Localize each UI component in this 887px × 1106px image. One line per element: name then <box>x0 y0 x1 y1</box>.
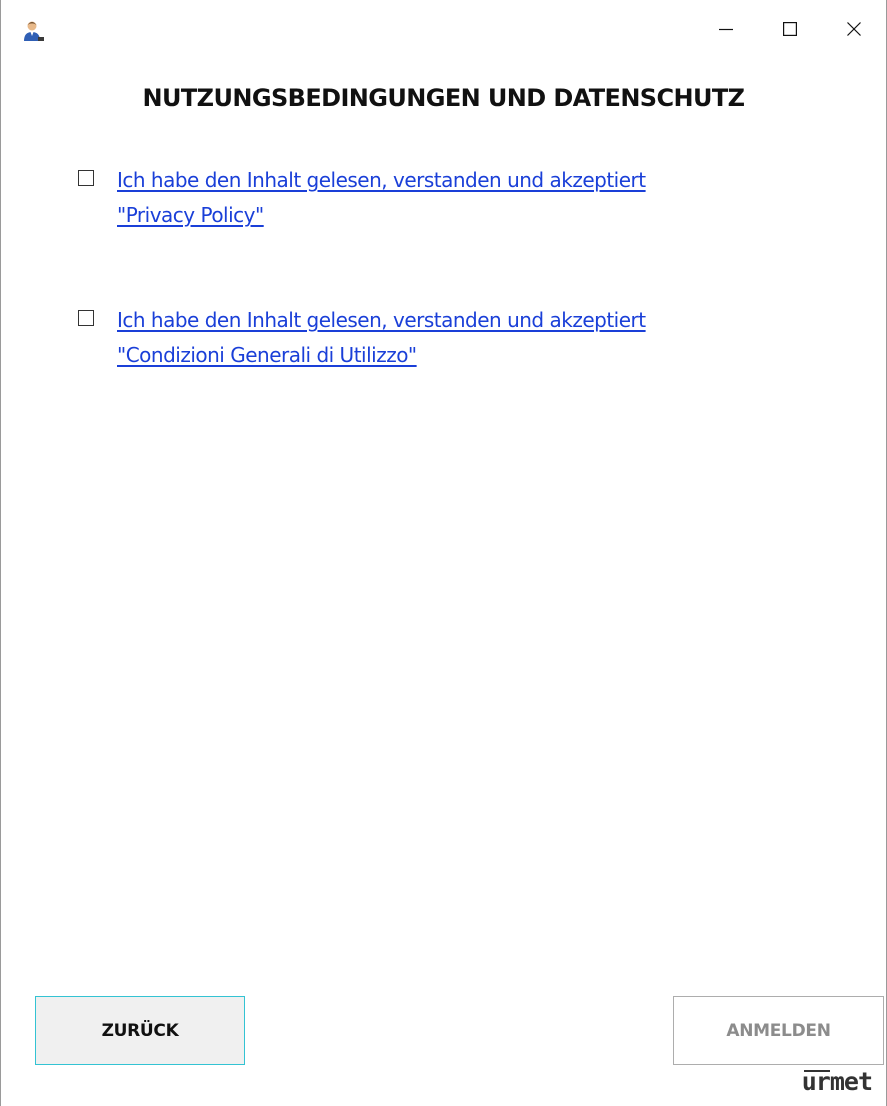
maximize-button[interactable] <box>758 0 822 58</box>
close-icon <box>847 22 861 36</box>
page-title: NUTZUNGSBEDINGUNGEN UND DATENSCHUTZ <box>142 84 746 112</box>
login-button[interactable]: ANMELDEN <box>673 996 884 1065</box>
minimize-icon <box>719 22 733 36</box>
privacy-policy-link[interactable]: Ich habe den Inhalt gelesen, verstanden … <box>117 163 646 233</box>
consent-privacy-policy: Ich habe den Inhalt gelesen, verstanden … <box>78 163 646 233</box>
privacy-policy-link-line2: "Privacy Policy" <box>117 203 264 227</box>
app-window: NUTZUNGSBEDINGUNGEN UND DATENSCHUTZ Ich … <box>0 0 887 1106</box>
window-controls <box>694 0 886 58</box>
minimize-button[interactable] <box>694 0 758 58</box>
title-bar <box>1 0 886 58</box>
terms-of-use-link-line1: Ich habe den Inhalt gelesen, verstanden … <box>117 308 646 332</box>
terms-of-use-checkbox[interactable] <box>78 310 94 326</box>
privacy-policy-link-line1: Ich habe den Inhalt gelesen, verstanden … <box>117 168 646 192</box>
close-button[interactable] <box>822 0 886 58</box>
maximize-icon <box>783 22 797 36</box>
terms-of-use-link[interactable]: Ich habe den Inhalt gelesen, verstanden … <box>117 303 646 373</box>
consent-terms-of-use: Ich habe den Inhalt gelesen, verstanden … <box>78 303 646 373</box>
terms-of-use-link-line2: "Condizioni Generali di Utilizzo" <box>117 343 417 367</box>
back-button[interactable]: ZURÜCK <box>35 996 245 1065</box>
user-avatar-icon <box>23 20 45 42</box>
privacy-policy-checkbox[interactable] <box>78 170 94 186</box>
urmet-logo: urmet <box>801 1067 873 1096</box>
